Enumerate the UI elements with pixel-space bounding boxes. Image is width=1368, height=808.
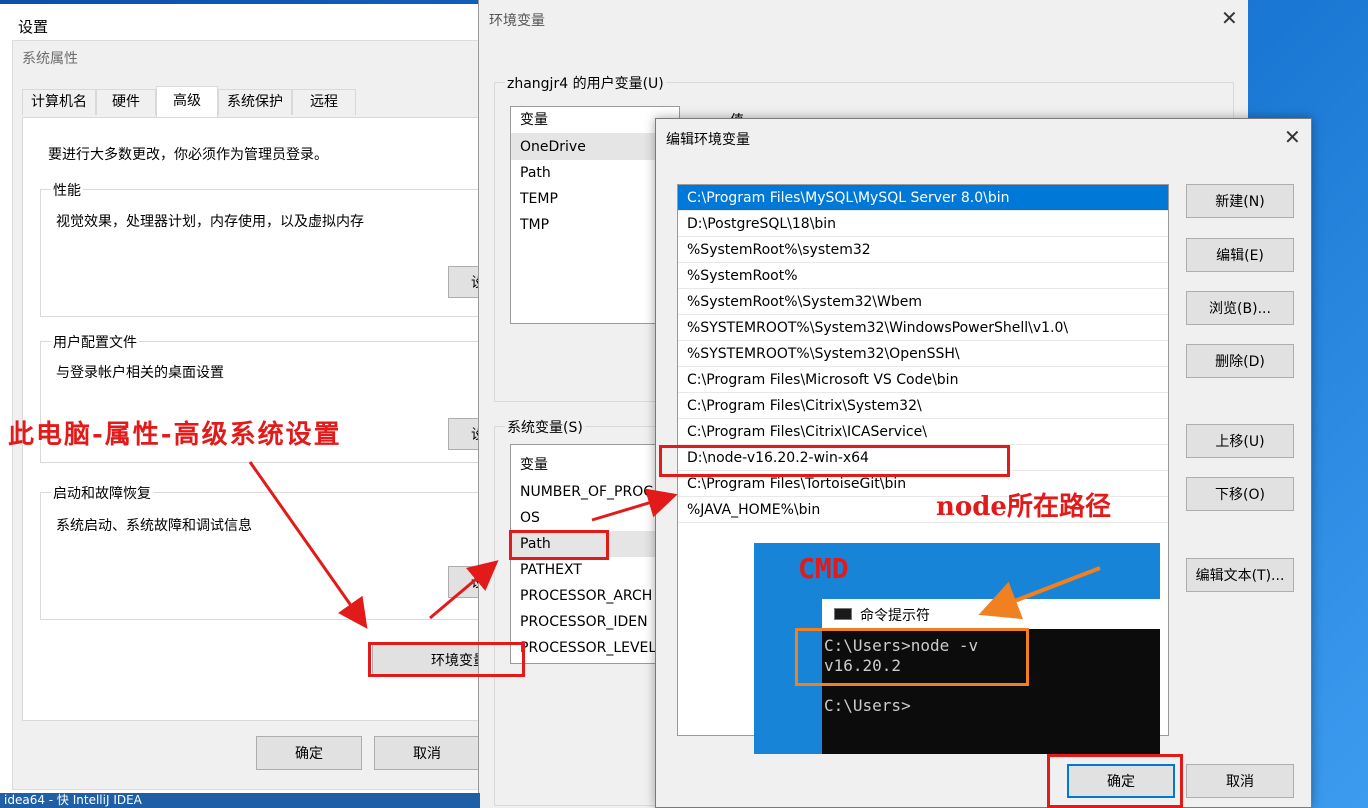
arrow-to-env-button [248, 461, 368, 629]
arrow-to-edit-window [591, 488, 678, 522]
arrow-to-cmd [978, 566, 1101, 620]
taskbar-item[interactable]: idea64 - 快 IntelliJ IDEA [0, 793, 480, 808]
arrow-to-path-var [429, 560, 499, 620]
annotation-arrows [248, 461, 1101, 629]
